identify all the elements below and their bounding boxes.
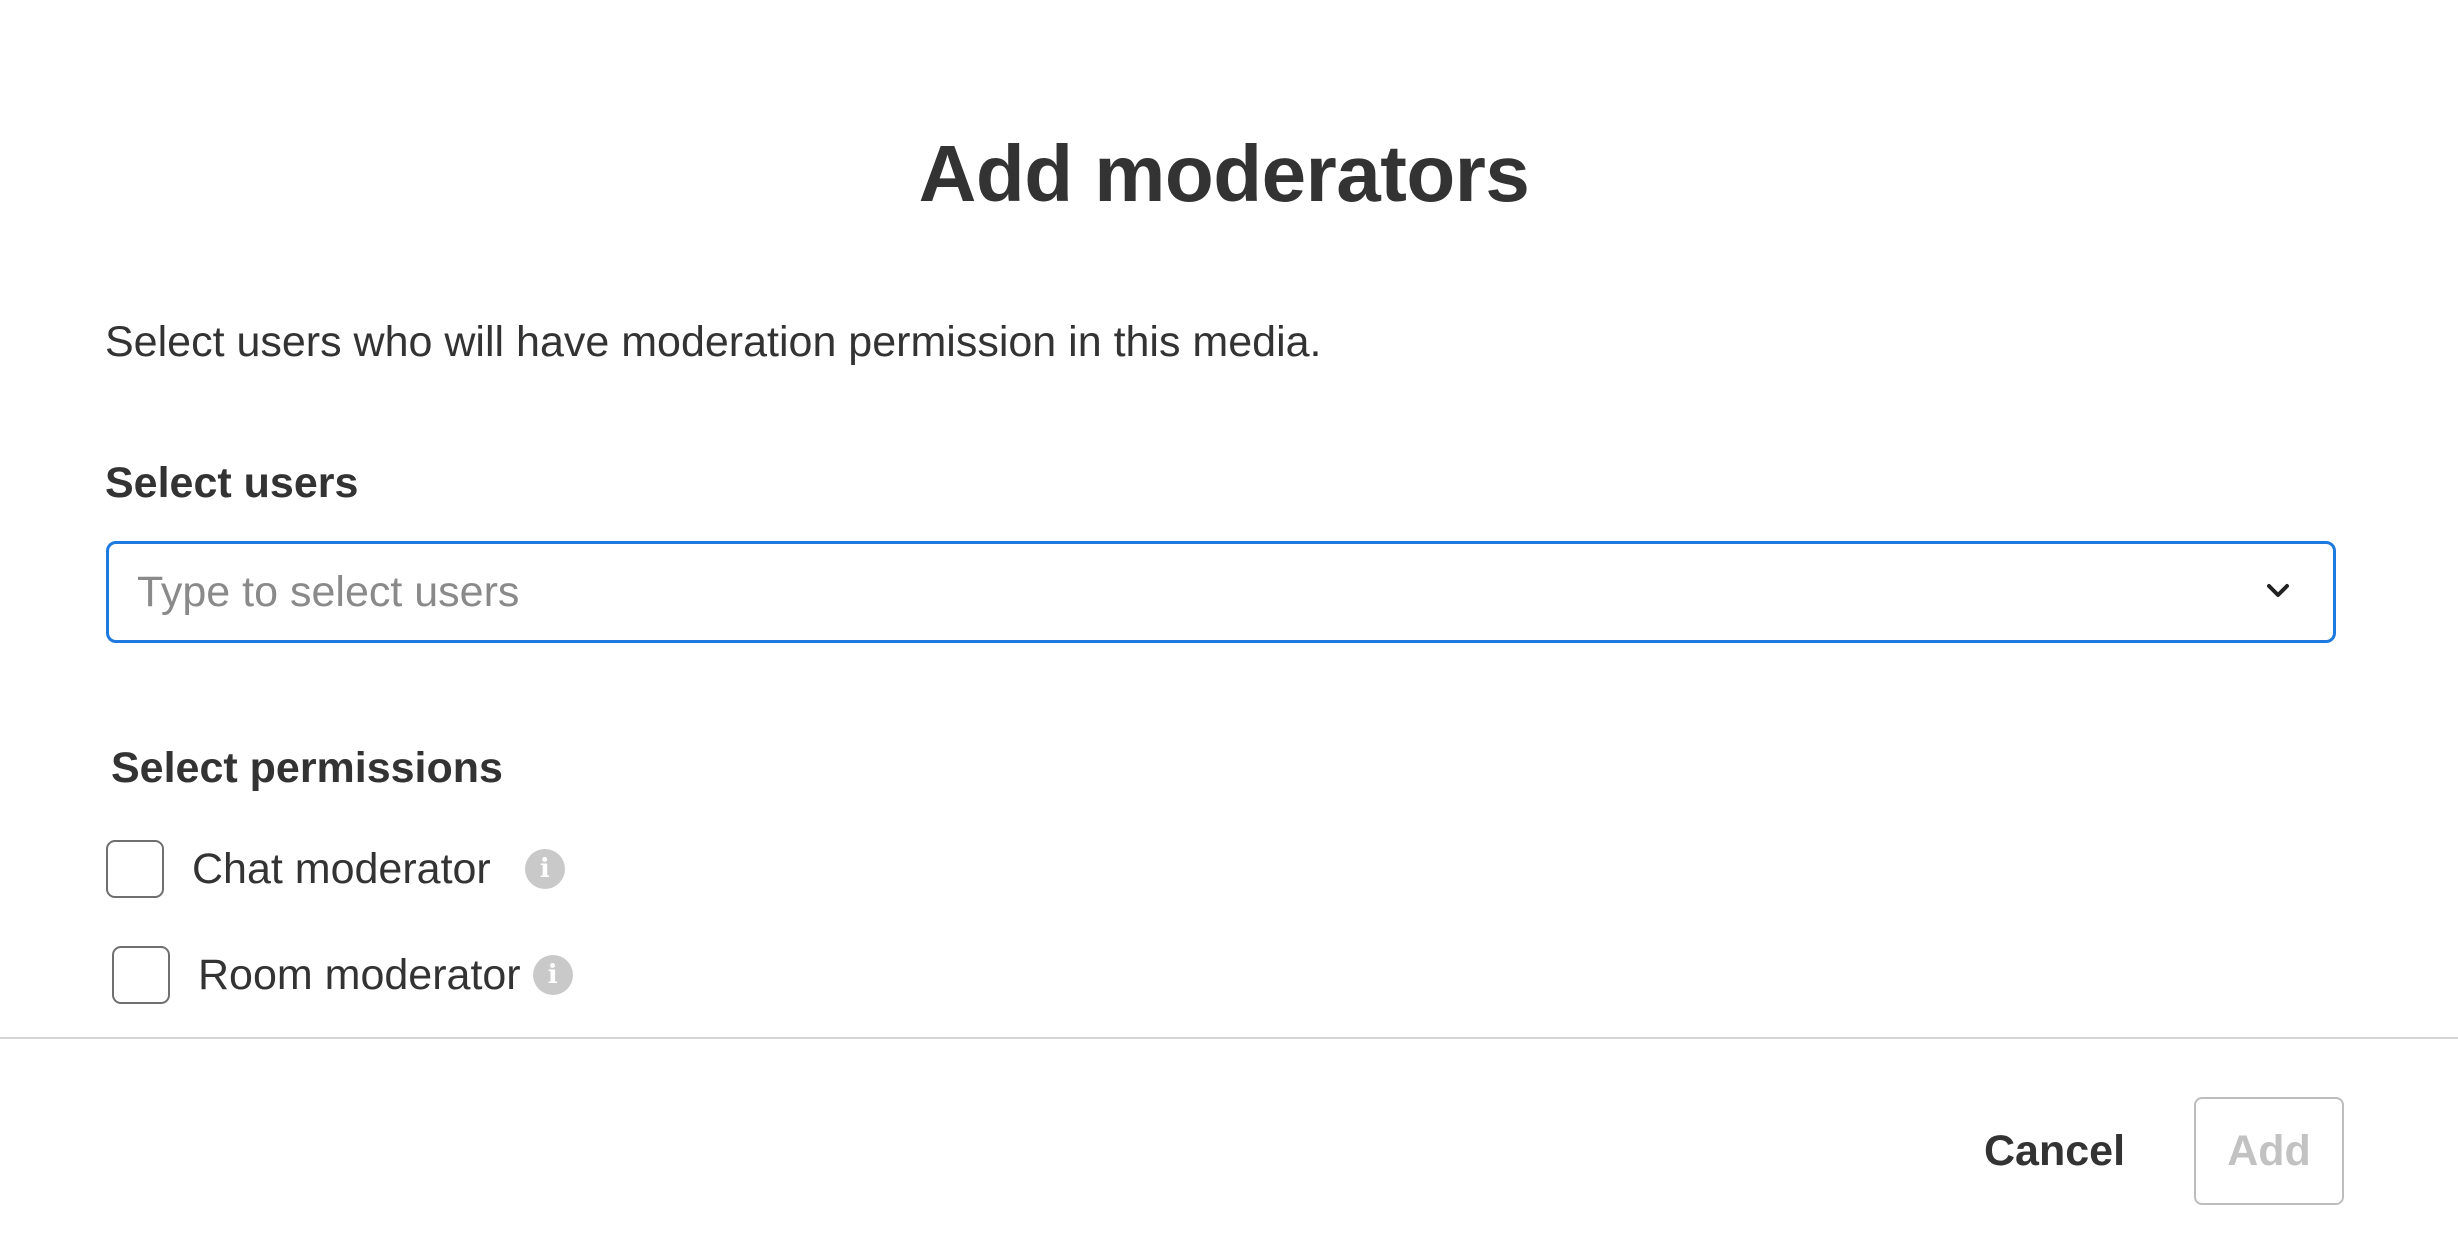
dialog-description: Select users who will have moderation pe… [105,318,1322,366]
add-moderators-dialog: Add moderators Select users who will hav… [0,0,2458,1251]
chevron-down-icon[interactable] [2263,576,2293,606]
info-icon[interactable]: i [532,955,573,995]
chat-moderator-checkbox[interactable] [106,840,164,898]
select-users-label: Select users [105,459,359,507]
user-select-dropdown[interactable] [106,541,2336,643]
add-button[interactable]: Add [2194,1097,2344,1205]
info-icon[interactable]: i [524,849,565,889]
footer-divider [0,1037,2458,1039]
chat-moderator-label[interactable]: Chat moderator [192,845,491,894]
dialog-title: Add moderators [918,129,1530,218]
permission-option-room-moderator[interactable]: Room moderator i [112,943,573,1007]
cancel-button[interactable]: Cancel [1962,1106,2147,1196]
user-search-input[interactable] [137,544,2237,640]
room-moderator-label[interactable]: Room moderator [198,951,521,1000]
permission-option-chat-moderator[interactable]: Chat moderator i [106,837,565,901]
select-permissions-label: Select permissions [111,744,503,792]
room-moderator-checkbox[interactable] [112,946,170,1004]
